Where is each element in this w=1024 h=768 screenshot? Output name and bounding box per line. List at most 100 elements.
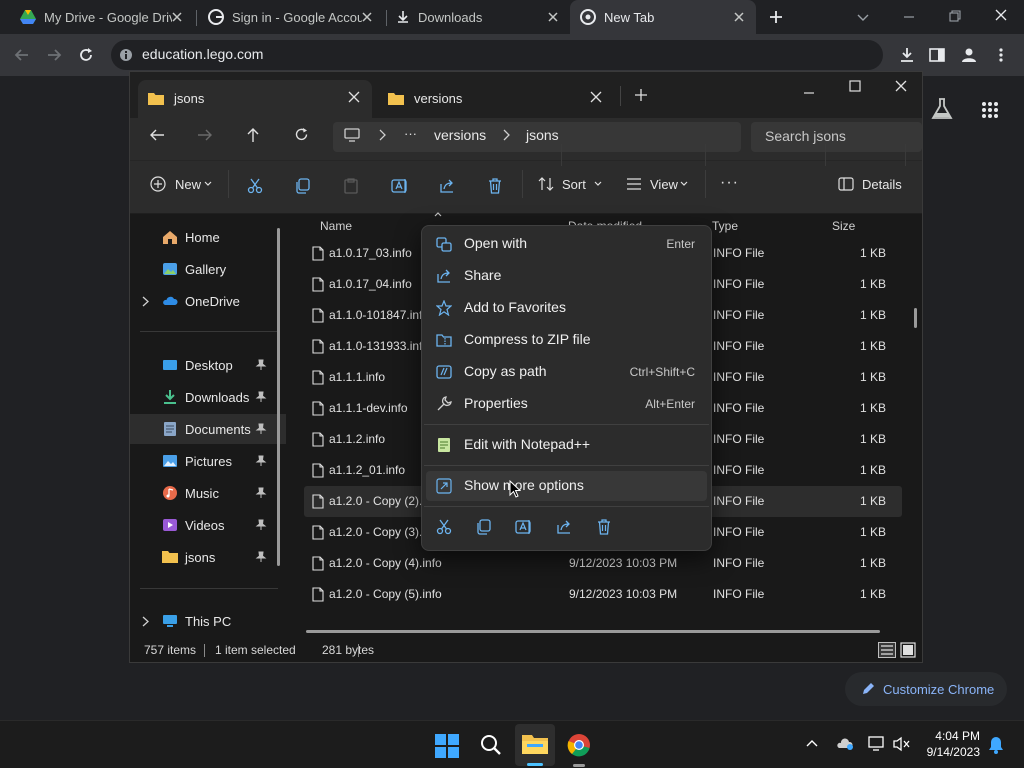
rename-icon[interactable]	[512, 516, 538, 540]
clock-date[interactable]: 9/14/2023	[912, 745, 980, 759]
new-tab-plus-icon[interactable]	[768, 9, 784, 25]
new-button[interactable]: New	[148, 169, 214, 199]
table-row[interactable]: a1.2.0 - Copy (4).info 9/12/2023 10:03 PM…	[304, 548, 902, 579]
pin-icon[interactable]	[255, 487, 267, 499]
explorer-tab-jsons[interactable]: jsons	[138, 80, 372, 118]
sort-button[interactable]: Sort	[536, 169, 602, 199]
chrome-menu-icon[interactable]	[998, 47, 1004, 63]
menu-item-properties[interactable]: Properties Alt+Enter	[426, 389, 707, 419]
reload-icon[interactable]	[78, 47, 94, 63]
column-header-name[interactable]: Name	[320, 219, 352, 233]
nav-scrollbar[interactable]	[277, 228, 280, 566]
share-icon[interactable]	[439, 178, 455, 194]
cut-icon[interactable]	[247, 178, 263, 194]
close-window-icon[interactable]	[894, 79, 908, 93]
more-options-button[interactable]: ···	[720, 174, 739, 192]
pin-icon[interactable]	[255, 359, 267, 371]
menu-item-notepad-plus-plus[interactable]: Edit with Notepad++	[426, 430, 707, 460]
menu-item-share[interactable]: Share	[426, 261, 707, 291]
minimize-icon[interactable]	[902, 10, 916, 24]
chrome-tab-drive[interactable]: My Drive - Google Driv	[8, 0, 194, 34]
apps-grid-icon[interactable]	[981, 101, 999, 119]
explorer-tab-versions[interactable]: versions	[380, 80, 614, 118]
profile-icon[interactable]	[960, 46, 978, 64]
delete-icon[interactable]	[592, 516, 618, 540]
windows-start-icon[interactable]	[435, 734, 459, 758]
up-arrow-icon[interactable]	[246, 127, 260, 143]
nav-item-downloads[interactable]: Downloads	[130, 382, 286, 412]
copy-icon[interactable]	[295, 178, 311, 194]
nav-item-jsons[interactable]: jsons	[130, 542, 286, 572]
forward-arrow-icon[interactable]	[46, 47, 62, 63]
close-icon[interactable]	[348, 91, 360, 103]
column-divider[interactable]	[705, 144, 706, 166]
chevron-right-icon[interactable]	[142, 616, 149, 627]
chevron-up-icon[interactable]	[806, 739, 818, 747]
site-info-icon[interactable]	[119, 48, 133, 62]
menu-item-add-to-favorites[interactable]: Add to Favorites	[426, 293, 707, 323]
column-header-size[interactable]: Size	[832, 219, 855, 233]
pin-icon[interactable]	[255, 391, 267, 403]
rename-icon[interactable]	[391, 178, 409, 194]
chrome-tab-signin[interactable]: Sign in - Google Accou	[198, 0, 384, 34]
menu-item-compress-zip[interactable]: Compress to ZIP file	[426, 325, 707, 355]
breadcrumb-jsons[interactable]: jsons	[526, 127, 559, 143]
breadcrumb-versions[interactable]: versions	[434, 127, 486, 143]
menu-item-show-more-options[interactable]: Show more options	[426, 471, 707, 501]
nav-item-gallery[interactable]: Gallery	[130, 254, 286, 284]
delete-icon[interactable]	[487, 178, 503, 194]
vertical-scrollbar[interactable]	[914, 308, 917, 328]
nav-item-pictures[interactable]: Pictures	[130, 446, 286, 476]
tab-search-chevron-icon[interactable]	[856, 10, 870, 24]
cut-icon[interactable]	[432, 516, 458, 540]
back-arrow-icon[interactable]	[149, 128, 165, 142]
copy-icon[interactable]	[472, 516, 498, 540]
download-icon[interactable]	[898, 46, 916, 64]
notification-bell-icon[interactable]	[988, 736, 1004, 754]
nav-item-documents[interactable]: Documents	[130, 414, 286, 444]
chrome-icon[interactable]	[567, 733, 591, 757]
nav-item-onedrive[interactable]: OneDrive	[130, 286, 286, 316]
close-icon[interactable]	[360, 10, 374, 24]
nav-item-videos[interactable]: Videos	[130, 510, 286, 540]
chrome-tab-downloads[interactable]: Downloads	[388, 0, 570, 34]
chrome-tab-newtab[interactable]: New Tab	[570, 0, 756, 34]
menu-item-copy-as-path[interactable]: Copy as path Ctrl+Shift+C	[426, 357, 707, 387]
customize-chrome-button[interactable]: Customize Chrome	[845, 672, 1007, 706]
pin-icon[interactable]	[255, 551, 267, 563]
horizontal-scrollbar[interactable]	[306, 630, 880, 633]
close-icon[interactable]	[732, 10, 746, 24]
pin-icon[interactable]	[255, 455, 267, 467]
close-icon[interactable]	[170, 10, 184, 24]
close-icon[interactable]	[590, 91, 602, 103]
close-icon[interactable]	[546, 10, 560, 24]
breadcrumb-overflow[interactable]: ···	[404, 126, 417, 141]
labs-flask-icon[interactable]	[931, 97, 953, 121]
column-divider[interactable]	[561, 144, 562, 166]
chevron-right-icon[interactable]	[142, 296, 149, 307]
menu-item-open-with[interactable]: Open with Enter	[426, 229, 707, 259]
back-arrow-icon[interactable]	[14, 47, 30, 63]
url-text[interactable]: education.lego.com	[142, 46, 263, 62]
nav-item-desktop[interactable]: Desktop	[130, 350, 286, 380]
table-row[interactable]: a1.2.0 - Copy (5).info 9/12/2023 10:03 PM…	[304, 579, 902, 610]
clock-time[interactable]: 4:04 PM	[912, 729, 980, 743]
nav-item-music[interactable]: Music	[130, 478, 286, 508]
forward-arrow-icon[interactable]	[197, 128, 213, 142]
close-window-icon[interactable]	[994, 8, 1008, 22]
share-icon[interactable]	[552, 516, 578, 540]
pin-icon[interactable]	[255, 519, 267, 531]
refresh-icon[interactable]	[294, 127, 309, 142]
chevron-right-icon[interactable]	[502, 129, 510, 141]
side-panel-icon[interactable]	[929, 47, 945, 63]
chevron-right-icon[interactable]	[378, 129, 386, 141]
volume-muted-icon[interactable]	[893, 736, 911, 752]
onedrive-status-icon[interactable]	[836, 737, 854, 751]
column-header-type[interactable]: Type	[712, 219, 738, 233]
pin-icon[interactable]	[255, 423, 267, 435]
view-button[interactable]: View	[624, 169, 694, 199]
details-button[interactable]: Details	[836, 169, 912, 199]
search-icon[interactable]	[480, 734, 502, 756]
nav-item-this-pc[interactable]: This PC	[130, 606, 286, 636]
search-input[interactable]: Search jsons	[751, 122, 922, 152]
